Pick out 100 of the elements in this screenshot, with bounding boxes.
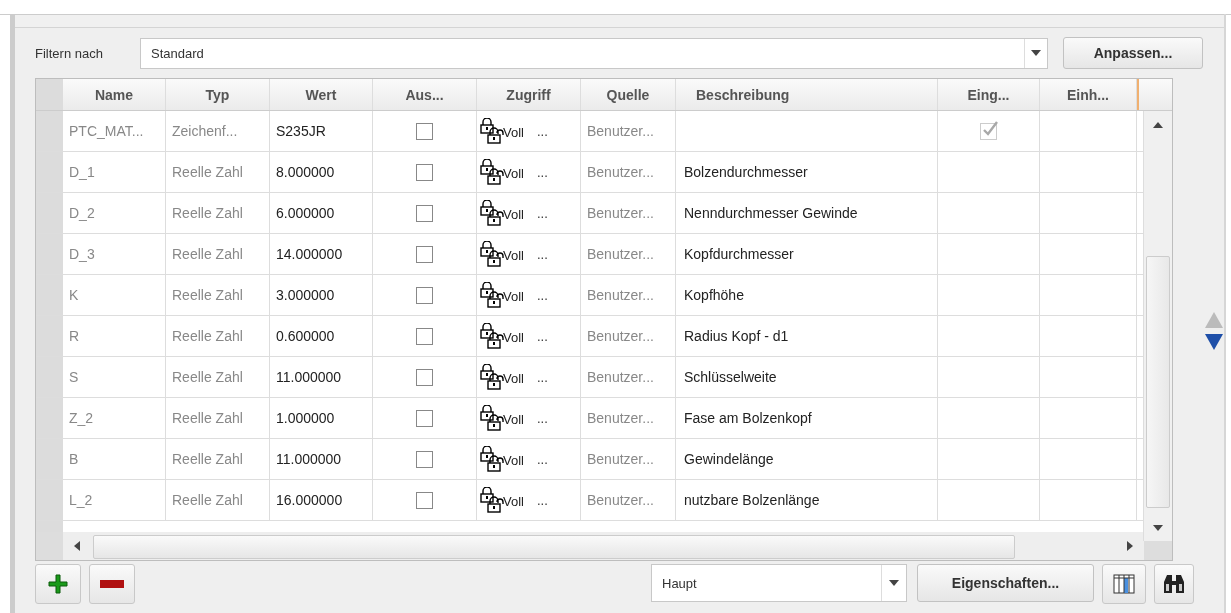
column-header[interactable]: Eing... bbox=[938, 79, 1040, 110]
table-cell: Benutzer... bbox=[581, 439, 676, 479]
table-cell: Nenndurchmesser Gewinde bbox=[684, 205, 858, 221]
table-cell: D_2 bbox=[63, 193, 166, 233]
table-cell: K bbox=[63, 275, 166, 315]
find-button[interactable] bbox=[1154, 564, 1194, 604]
table-cell: Radius Kopf - d1 bbox=[684, 328, 789, 344]
column-header[interactable]: Aus... bbox=[373, 79, 477, 110]
more-button[interactable]: ... bbox=[533, 164, 551, 180]
table-cell: D_1 bbox=[63, 152, 166, 192]
table-cell: Reelle Zahl bbox=[166, 234, 270, 274]
access-text: Voll bbox=[503, 248, 524, 263]
vertical-scrollbar[interactable] bbox=[1143, 111, 1172, 541]
checkbox[interactable] bbox=[416, 409, 433, 427]
access-text: Voll bbox=[503, 125, 524, 140]
access-text: Voll bbox=[503, 494, 524, 509]
table-cell: Reelle Zahl bbox=[166, 439, 270, 479]
table-cell: 0.600000 bbox=[270, 316, 373, 356]
horizontal-scrollbar[interactable] bbox=[91, 532, 1116, 560]
table-cell: B bbox=[63, 439, 166, 479]
checkbox[interactable] bbox=[416, 327, 433, 345]
dropdown-arrow-icon bbox=[889, 580, 899, 586]
checkbox[interactable] bbox=[416, 204, 433, 222]
dropdown-arrow-icon bbox=[1031, 50, 1041, 56]
column-header[interactable]: Zugriff bbox=[477, 79, 581, 110]
columns-button[interactable] bbox=[1102, 564, 1146, 604]
access-text: Voll bbox=[503, 166, 524, 181]
table-cell: Gewindelänge bbox=[684, 451, 774, 467]
more-button[interactable]: ... bbox=[533, 123, 551, 139]
table-cell: 1.000000 bbox=[270, 398, 373, 438]
table-cell: 8.000000 bbox=[270, 152, 373, 192]
more-button[interactable]: ... bbox=[533, 451, 551, 467]
table-cell: Z_2 bbox=[63, 398, 166, 438]
checkbox[interactable] bbox=[416, 286, 433, 304]
table-cell: 16.000000 bbox=[270, 480, 373, 520]
table-cell: 6.000000 bbox=[270, 193, 373, 233]
more-button[interactable]: ... bbox=[533, 492, 551, 508]
table-cell: Benutzer... bbox=[581, 111, 676, 151]
access-text: Voll bbox=[503, 330, 524, 345]
table-cell: Benutzer... bbox=[581, 398, 676, 438]
binoculars-icon bbox=[1162, 574, 1186, 594]
table-cell: Reelle Zahl bbox=[166, 316, 270, 356]
access-text: Voll bbox=[503, 207, 524, 222]
access-text: Voll bbox=[503, 453, 524, 468]
table-cell: 14.000000 bbox=[270, 234, 373, 274]
table-cell: Benutzer... bbox=[581, 152, 676, 192]
table-cell: PTC_MAT... bbox=[63, 111, 166, 151]
table-cell: Benutzer... bbox=[581, 480, 676, 520]
access-text: Voll bbox=[503, 289, 524, 304]
scroll-up-icon[interactable] bbox=[1153, 121, 1163, 128]
column-header[interactable]: Wert bbox=[270, 79, 373, 110]
checkbox[interactable] bbox=[416, 122, 433, 140]
scroll-left-icon[interactable] bbox=[74, 541, 80, 551]
scroll-right-icon[interactable] bbox=[1127, 541, 1133, 551]
more-button[interactable]: ... bbox=[533, 287, 551, 303]
access-text: Voll bbox=[503, 371, 524, 386]
table-cell: nutzbare Bolzenlänge bbox=[684, 492, 820, 508]
add-button[interactable] bbox=[35, 564, 81, 604]
table-cell: 3.000000 bbox=[270, 275, 373, 315]
table-cell: 11.000000 bbox=[270, 439, 373, 479]
table-cell: Reelle Zahl bbox=[166, 480, 270, 520]
plus-icon bbox=[48, 574, 68, 594]
checkbox[interactable] bbox=[416, 450, 433, 468]
table-cell: Reelle Zahl bbox=[166, 275, 270, 315]
checkbox[interactable] bbox=[416, 163, 433, 181]
more-button[interactable]: ... bbox=[533, 410, 551, 426]
table-cell: Benutzer... bbox=[581, 275, 676, 315]
filter-label: Filtern nach bbox=[35, 45, 104, 61]
table-cell: Schlüsselweite bbox=[684, 369, 777, 385]
column-header[interactable]: Quelle bbox=[581, 79, 676, 110]
filter-dropdown[interactable]: Standard bbox=[140, 37, 1048, 69]
view-dropdown[interactable]: Haupt bbox=[651, 564, 907, 602]
properties-button[interactable]: Eigenschaften... bbox=[917, 564, 1094, 602]
column-header[interactable]: Einh... bbox=[1040, 79, 1137, 110]
move-down-icon[interactable] bbox=[1205, 334, 1224, 350]
table-cell: Benutzer... bbox=[581, 193, 676, 233]
column-header[interactable]: Beschreibung bbox=[676, 79, 938, 110]
checkbox[interactable] bbox=[416, 368, 433, 386]
remove-button[interactable] bbox=[89, 564, 135, 604]
column-header[interactable]: Name bbox=[63, 79, 166, 110]
customize-button[interactable]: Anpassen... bbox=[1063, 37, 1203, 69]
table-cell: Kopfdurchmesser bbox=[684, 246, 794, 262]
more-button[interactable]: ... bbox=[533, 369, 551, 385]
checkbox[interactable] bbox=[416, 245, 433, 263]
more-button[interactable]: ... bbox=[533, 246, 551, 262]
table-cell: L_2 bbox=[63, 480, 166, 520]
column-header[interactable]: Typ bbox=[166, 79, 270, 110]
table-cell: S235JR bbox=[270, 111, 373, 151]
table-cell: Reelle Zahl bbox=[166, 357, 270, 397]
table-cell: Fase am Bolzenkopf bbox=[684, 410, 812, 426]
table-cell: Benutzer... bbox=[581, 234, 676, 274]
table-cell: Kopfhöhe bbox=[684, 287, 744, 303]
table-cell: Benutzer... bbox=[581, 316, 676, 356]
checkbox[interactable] bbox=[416, 491, 433, 509]
more-button[interactable]: ... bbox=[533, 328, 551, 344]
more-button[interactable]: ... bbox=[533, 205, 551, 221]
table-cell: Benutzer... bbox=[581, 357, 676, 397]
table-cell: Reelle Zahl bbox=[166, 193, 270, 233]
table-cell: R bbox=[63, 316, 166, 356]
table-cell: 11.000000 bbox=[270, 357, 373, 397]
